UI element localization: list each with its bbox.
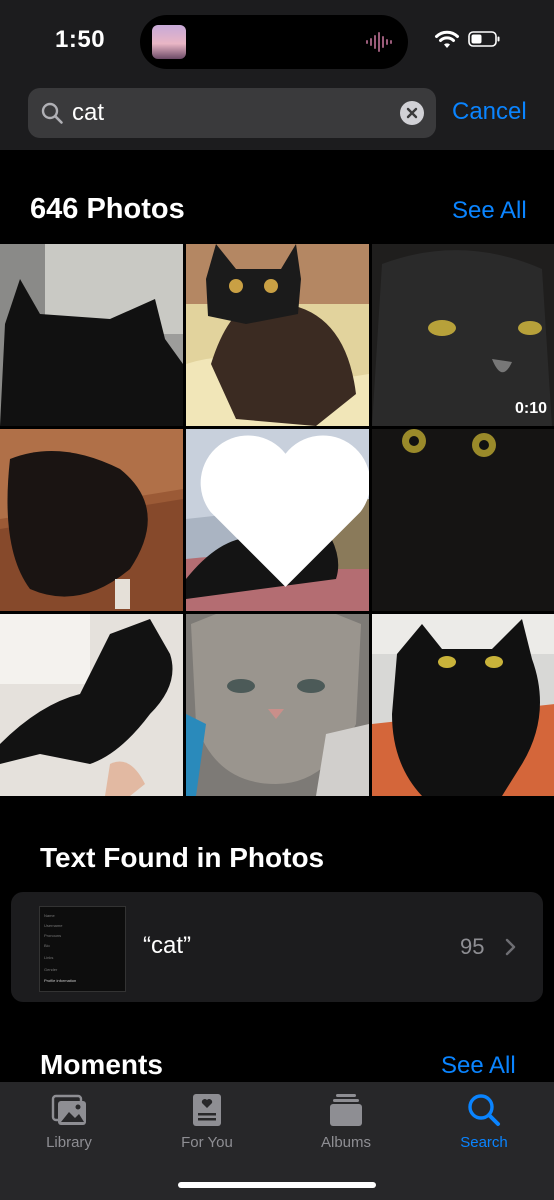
home-indicator[interactable] bbox=[178, 1182, 376, 1188]
search-input[interactable]: cat bbox=[72, 99, 104, 127]
photo-thumbnail[interactable] bbox=[186, 614, 369, 796]
thumb-text: Name bbox=[44, 913, 55, 918]
moments-heading: Moments bbox=[40, 1049, 163, 1080]
photo-thumbnail[interactable] bbox=[0, 429, 183, 611]
chevron-right-icon bbox=[505, 938, 516, 956]
thumb-text: Links bbox=[44, 955, 54, 960]
see-all-photos-button[interactable]: See All bbox=[452, 197, 527, 225]
tab-library[interactable]: Library bbox=[0, 1092, 138, 1151]
cancel-button[interactable]: Cancel bbox=[452, 98, 527, 126]
tab-albums[interactable]: Albums bbox=[277, 1092, 415, 1151]
text-found-query: “cat” bbox=[143, 932, 191, 959]
text-found-thumbnail: Name Username Pronouns Bio Links Gender … bbox=[39, 906, 126, 992]
see-all-moments-button[interactable]: See All bbox=[441, 1052, 516, 1080]
tab-label: Albums bbox=[320, 1134, 372, 1151]
tab-label: Library bbox=[46, 1134, 92, 1151]
search-field[interactable]: cat bbox=[28, 88, 436, 138]
now-playing-artwork bbox=[152, 25, 186, 59]
close-icon bbox=[406, 107, 418, 119]
tab-for-you[interactable]: For You bbox=[138, 1092, 276, 1151]
text-found-row[interactable]: Name Username Pronouns Bio Links Gender … bbox=[11, 892, 543, 1002]
thumb-text: Profile information bbox=[44, 978, 77, 983]
thumb-text: Gender bbox=[44, 967, 58, 972]
video-duration: 0:10 bbox=[514, 400, 547, 417]
header-area: 1:50 cat Cancel bbox=[0, 0, 554, 150]
for-you-icon bbox=[193, 1094, 221, 1126]
photo-thumbnail[interactable] bbox=[0, 244, 183, 426]
photo-thumbnail[interactable] bbox=[372, 429, 554, 611]
photos-count-heading: 646 Photos bbox=[30, 193, 185, 225]
library-icon bbox=[51, 1094, 86, 1125]
status-time: 1:50 bbox=[55, 26, 106, 53]
video-thumbnail[interactable]: 0:10 bbox=[372, 244, 554, 426]
tab-search[interactable]: Search bbox=[415, 1092, 553, 1151]
wifi-icon bbox=[435, 30, 459, 48]
photo-thumbnail[interactable] bbox=[372, 614, 554, 796]
tab-label: For You bbox=[181, 1134, 233, 1151]
albums-icon bbox=[330, 1094, 362, 1126]
clear-search-button[interactable] bbox=[400, 101, 424, 125]
tab-label: Search bbox=[460, 1134, 508, 1151]
photo-grid: 0:10 bbox=[0, 244, 554, 796]
photo-thumbnail[interactable] bbox=[186, 429, 369, 611]
dynamic-island[interactable] bbox=[140, 15, 408, 69]
photo-thumbnail[interactable] bbox=[186, 244, 369, 426]
photo-thumbnail[interactable] bbox=[0, 614, 183, 796]
audio-waveform-icon bbox=[366, 32, 392, 52]
thumb-text: Username bbox=[44, 923, 63, 928]
text-found-heading: Text Found in Photos bbox=[40, 842, 325, 873]
battery-icon bbox=[468, 31, 500, 47]
search-icon bbox=[41, 102, 63, 124]
thumb-text: Pronouns bbox=[44, 933, 62, 938]
text-found-count: 95 bbox=[460, 934, 485, 959]
search-tab-icon bbox=[468, 1094, 500, 1126]
thumb-text: Bio bbox=[44, 943, 50, 948]
favorite-heart-icon bbox=[200, 435, 369, 587]
